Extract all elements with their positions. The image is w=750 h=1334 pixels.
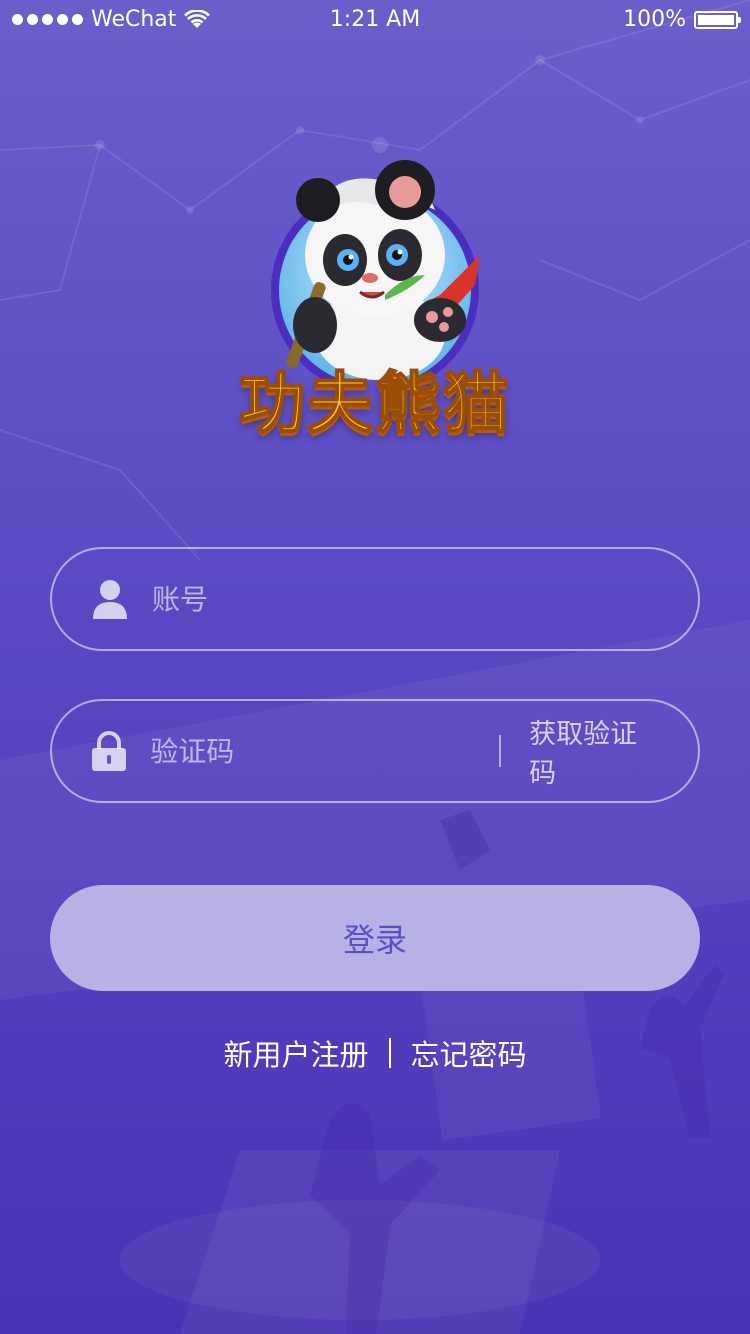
code-input[interactable] bbox=[150, 721, 500, 781]
app-logo: 功夫熊猫 bbox=[200, 160, 550, 443]
links-divider bbox=[388, 1038, 391, 1068]
account-input[interactable] bbox=[152, 569, 698, 629]
register-link[interactable]: 新用户注册 bbox=[223, 1032, 368, 1074]
forgot-password-link[interactable]: 忘记密码 bbox=[411, 1032, 527, 1074]
user-icon bbox=[90, 579, 130, 619]
battery-percent: 100% bbox=[623, 7, 686, 32]
get-code-button[interactable]: 获取验证码 bbox=[529, 712, 658, 790]
code-divider bbox=[499, 735, 502, 767]
auth-links: 新用户注册 忘记密码 bbox=[0, 1032, 750, 1074]
logo-title: 功夫熊猫 bbox=[238, 364, 511, 443]
code-field[interactable]: 获取验证码 bbox=[50, 699, 700, 803]
status-right: 100% bbox=[623, 7, 741, 32]
login-button[interactable]: 登录 bbox=[50, 885, 700, 991]
status-bar: WeChat 1:21 AM 100% bbox=[0, 0, 750, 40]
account-field[interactable] bbox=[50, 547, 700, 651]
battery-icon bbox=[694, 10, 741, 29]
panda-mascot-icon bbox=[271, 160, 480, 380]
lock-icon bbox=[90, 731, 128, 771]
